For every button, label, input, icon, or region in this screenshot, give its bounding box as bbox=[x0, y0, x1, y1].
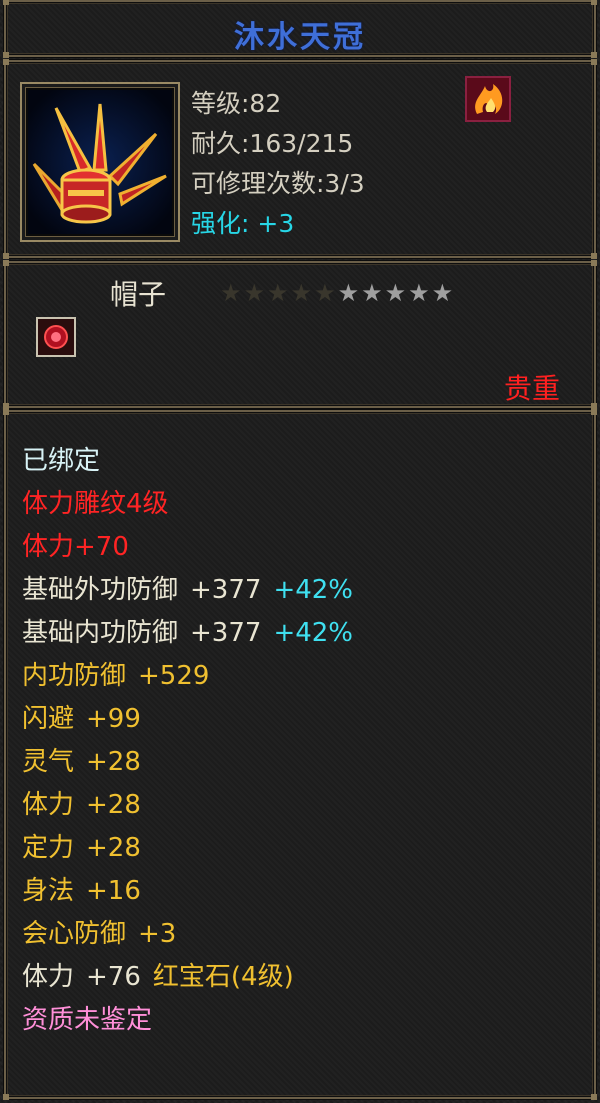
item-type-panel: 帽子 ★★★★★★★★★★ 贵重 bbox=[3, 260, 597, 409]
star-icon: ★ bbox=[361, 279, 385, 307]
star-icon: ★ bbox=[337, 279, 362, 307]
item-tooltip: 沐水天冠 等级:82 耐久:163/215 可修理次数:3/3 强化: +3 帽… bbox=[0, 0, 600, 1103]
engrave-line: 体力雕纹4级 bbox=[22, 489, 169, 519]
item-icon-frame[interactable] bbox=[20, 82, 180, 242]
attr-crit-defense: 会心防御 +3 bbox=[22, 919, 177, 949]
item-enhance-level: 强化: +3 bbox=[191, 209, 295, 238]
attr-base-inner-defense: 基础内功防御 +377 +42% bbox=[22, 618, 354, 648]
star-icon: ★ bbox=[384, 279, 409, 307]
quality-status: 资质未鉴定 bbox=[22, 1005, 153, 1035]
star-icon: ★ bbox=[431, 279, 456, 307]
item-repair-count: 可修理次数:3/3 bbox=[191, 169, 365, 198]
star-icon: ★ bbox=[314, 279, 338, 307]
hat-item-icon bbox=[28, 90, 172, 234]
star-icon: ★ bbox=[408, 279, 432, 307]
engrave-bonus: 体力+70 bbox=[22, 532, 129, 562]
attr-dodge: 闪避 +99 bbox=[22, 704, 141, 734]
attr-focus: 定力 +28 bbox=[22, 833, 141, 863]
attribute-panel: 已绑定 体力雕纹4级 体力+70 基础外功防御 +377 +42% 基础内功防御 +3… bbox=[3, 409, 597, 1100]
item-info-panel: 等级:82 耐久:163/215 可修理次数:3/3 强化: +3 bbox=[3, 59, 597, 259]
star-icon: ★ bbox=[290, 279, 315, 307]
attr-stamina: 体力 +28 bbox=[22, 790, 141, 820]
item-durability: 耐久:163/215 bbox=[191, 129, 354, 158]
star-icon: ★ bbox=[220, 279, 244, 307]
rarity-label: 贵重 bbox=[503, 372, 560, 405]
attr-gem: 体力 +76 红宝石(4级) bbox=[22, 962, 294, 992]
attr-base-outer-defense: 基础外功防御 +377 +42% bbox=[22, 575, 354, 605]
item-level: 等级:82 bbox=[191, 89, 282, 118]
attr-agility: 身法 +16 bbox=[22, 876, 141, 906]
star-rating: ★★★★★★★★★★ bbox=[220, 279, 455, 307]
item-name: 沐水天冠 bbox=[234, 20, 366, 55]
attr-inner-defense: 内功防御 +529 bbox=[22, 661, 210, 691]
flame-icon[interactable] bbox=[465, 76, 511, 122]
attr-spirit: 灵气 +28 bbox=[22, 747, 141, 777]
star-icon: ★ bbox=[267, 279, 291, 307]
star-icon: ★ bbox=[243, 279, 268, 307]
title-bar: 沐水天冠 bbox=[3, 0, 597, 58]
gem-socket-icon[interactable] bbox=[36, 317, 76, 357]
item-type: 帽子 bbox=[110, 278, 167, 311]
bound-status: 已绑定 bbox=[22, 446, 101, 476]
attribute-list: 已绑定 体力雕纹4级 体力+70 基础外功防御 +377 +42% 基础内功防御 +3… bbox=[22, 440, 353, 1042]
